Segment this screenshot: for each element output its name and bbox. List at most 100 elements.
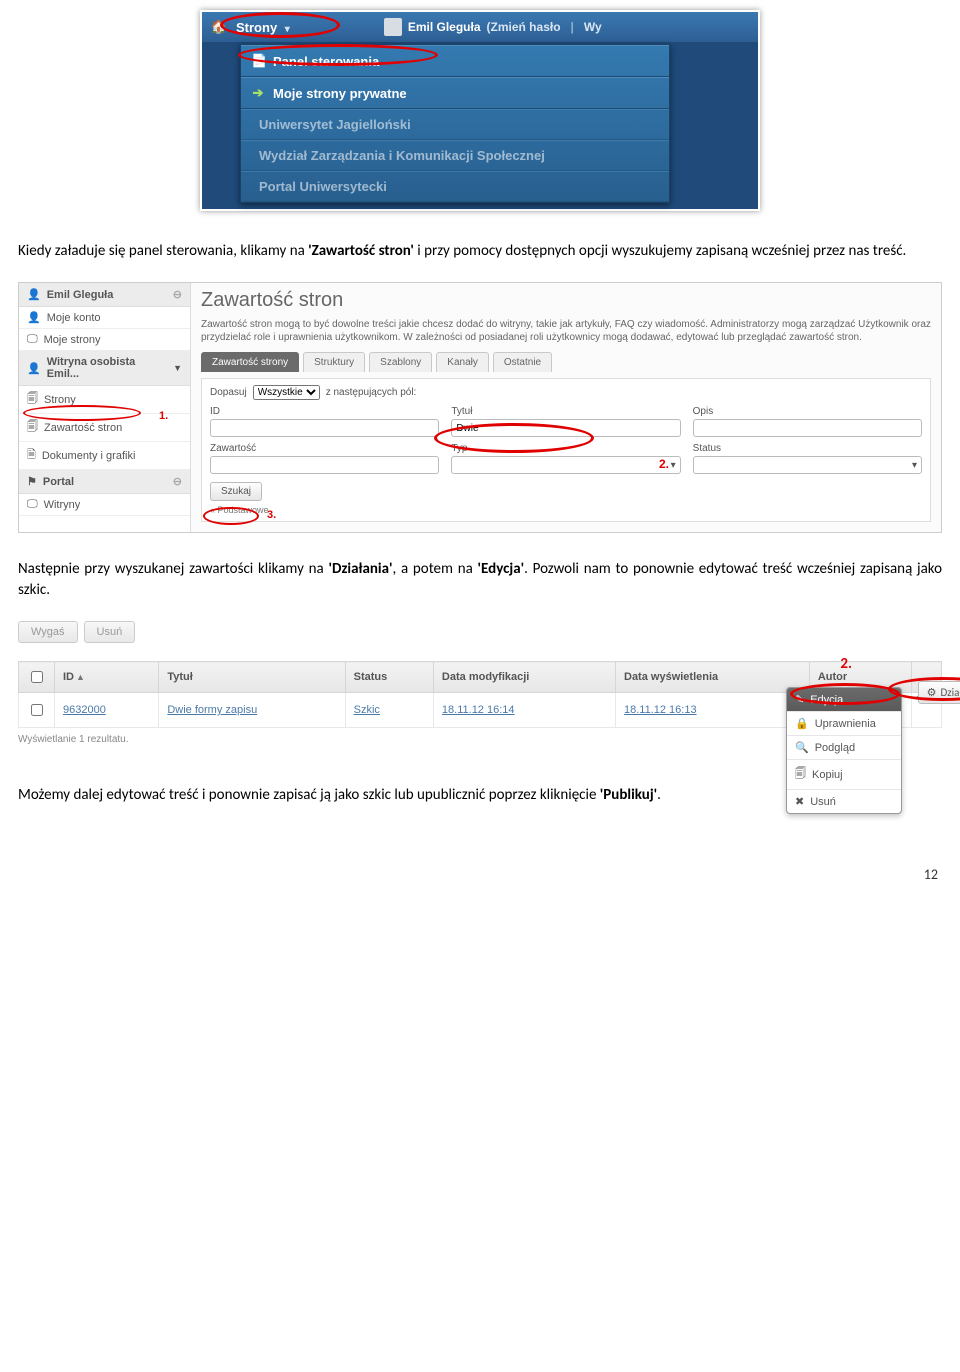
dd-label: Panel sterowania bbox=[273, 54, 379, 69]
tab-szablony[interactable]: Szablony bbox=[369, 352, 432, 372]
filter-panel: Dopasuj Wszystkie z następujących pól: I… bbox=[201, 378, 931, 522]
bold-publikuj: 'Publikuj' bbox=[600, 786, 657, 804]
input-id[interactable] bbox=[210, 419, 439, 437]
col-disp[interactable]: Data wyświetlenia bbox=[616, 662, 810, 693]
input-tytul[interactable] bbox=[451, 419, 680, 437]
label: Kopiuj bbox=[812, 769, 843, 781]
annotation-number-2: 2. bbox=[659, 457, 669, 471]
dd-moje-strony[interactable]: ➔ Moje strony prywatne bbox=[241, 77, 669, 109]
label-id: ID bbox=[210, 406, 439, 417]
label: Portal bbox=[43, 476, 74, 488]
menu-kopiuj[interactable]: 🗐Kopiuj bbox=[787, 760, 901, 790]
annotation-number-1: 1. bbox=[159, 410, 168, 422]
tab-zawartosc-strony[interactable]: Zawartość strony bbox=[201, 352, 299, 372]
label: Uprawnienia bbox=[815, 718, 876, 730]
sort-asc-icon: ▲ bbox=[76, 672, 85, 682]
user-icon: 👤 bbox=[27, 362, 41, 375]
menu-edycja[interactable]: ✎Edycja bbox=[787, 688, 901, 712]
dd-label: Moje strony prywatne bbox=[273, 86, 407, 101]
select-all-checkbox[interactable] bbox=[31, 671, 43, 683]
row-checkbox[interactable] bbox=[31, 704, 43, 716]
label: ID bbox=[63, 671, 74, 683]
separator: | bbox=[571, 20, 574, 34]
select-wszystkie[interactable]: Wszystkie bbox=[253, 385, 320, 400]
label: Witryny bbox=[44, 499, 81, 511]
sidebar-witryna-group[interactable]: 👤 Witryna osobista Emil... ▼ bbox=[19, 351, 190, 386]
col-mod[interactable]: Data modyfikacji bbox=[433, 662, 615, 693]
change-password-link[interactable]: (Zmień hasło bbox=[487, 20, 561, 34]
text: . bbox=[657, 786, 661, 804]
col-tytul[interactable]: Tytuł bbox=[159, 662, 345, 693]
lock-icon: 🔒 bbox=[795, 717, 809, 730]
strony-label: Strony bbox=[236, 20, 277, 35]
cell-disp[interactable]: 18.11.12 16:13 bbox=[616, 693, 810, 728]
cell-status[interactable]: Szkic bbox=[345, 693, 433, 728]
edit-icon: ✎ bbox=[795, 693, 804, 706]
screenshot-admin-panel: 👤 Emil Gleguła ⊖ 👤Moje konto 🖵Moje stron… bbox=[18, 282, 942, 533]
select-status[interactable]: ▾ bbox=[693, 456, 922, 474]
chevron-down-icon: ▾ bbox=[671, 460, 676, 471]
usun-button[interactable]: Usuń bbox=[84, 621, 136, 643]
sidebar-user-group[interactable]: 👤 Emil Gleguła ⊖ bbox=[19, 283, 190, 307]
preview-icon: 🔍 bbox=[795, 741, 809, 754]
sidebar-dokumenty[interactable]: 🗎Dokumenty i grafiki bbox=[19, 442, 190, 470]
sidebar-witryny[interactable]: 🖵 Witryny bbox=[19, 494, 190, 516]
para-1: Kiedy załaduje się panel sterowania, kli… bbox=[18, 241, 942, 262]
col-checkbox bbox=[19, 662, 55, 693]
cell-mod[interactable]: 18.11.12 16:14 bbox=[433, 693, 615, 728]
sidebar-portal-group[interactable]: ⚑ Portal ⊖ bbox=[19, 470, 190, 494]
wygas-button[interactable]: Wygaś bbox=[18, 621, 78, 643]
label: Usuń bbox=[810, 796, 836, 808]
label-status: Status bbox=[693, 443, 922, 454]
text: i przy pomocy dostępnych opcji wyszukuje… bbox=[414, 242, 906, 260]
select-typ[interactable]: ▾ bbox=[451, 456, 680, 474]
chevron-down-icon: ▾ bbox=[912, 460, 917, 471]
annotation-number-3: 3. bbox=[267, 509, 276, 521]
chevron-down-icon[interactable]: ▼ bbox=[173, 363, 182, 373]
actions-menu: ✎Edycja 🔒 Uprawnienia 🔍Podgląd 🗐Kopiuj ✖U… bbox=[786, 687, 902, 814]
bold-dzialania: 'Działania' bbox=[328, 560, 392, 578]
icon: 👤 bbox=[27, 311, 41, 324]
szukaj-button[interactable]: Szukaj bbox=[210, 482, 262, 501]
menu-usun[interactable]: ✖Usuń bbox=[787, 790, 901, 813]
label: Witryna osobista Emil... bbox=[47, 356, 167, 380]
flag-icon: ⚑ bbox=[27, 475, 37, 488]
basic-link[interactable]: « Podstawowe bbox=[210, 505, 922, 515]
dd-portal[interactable]: Portal Uniwersytecki bbox=[241, 171, 669, 202]
tab-ostatnie[interactable]: Ostatnie bbox=[493, 352, 552, 372]
sidebar-moje-strony[interactable]: 🖵Moje strony bbox=[19, 329, 190, 351]
cell-id[interactable]: 9632000 bbox=[55, 693, 159, 728]
home-icon[interactable]: 🏠 bbox=[210, 19, 228, 35]
icon: 🖵 bbox=[27, 498, 38, 511]
label-suffix: z następujących pól: bbox=[326, 387, 417, 398]
screenshot-nav-dropdown: 🏠 Strony ▾ Emil Gleguła (Zmień hasło | W… bbox=[200, 10, 760, 211]
tab-kanaly[interactable]: Kanały bbox=[436, 352, 489, 372]
bold-zawartosc-stron: 'Zawartość stron' bbox=[308, 242, 414, 260]
tabs: Zawartość strony Struktury Szablony Kana… bbox=[201, 352, 931, 372]
input-opis[interactable] bbox=[693, 419, 922, 437]
user-block: Emil Gleguła (Zmień hasło | Wy bbox=[384, 18, 602, 36]
menu-uprawnienia[interactable]: 🔒 Uprawnienia bbox=[787, 712, 901, 736]
logout-fragment[interactable]: Wy bbox=[584, 20, 602, 34]
menu-podglad[interactable]: 🔍Podgląd bbox=[787, 736, 901, 760]
sidebar-user-name: Emil Gleguła bbox=[47, 289, 114, 301]
collapse-icon[interactable]: ⊖ bbox=[173, 475, 182, 488]
dd-uj[interactable]: Uniwersytet Jagielloński bbox=[241, 109, 669, 140]
collapse-icon[interactable]: ⊖ bbox=[173, 288, 182, 301]
col-id[interactable]: ID▲ bbox=[55, 662, 159, 693]
dd-label: Portal Uniwersytecki bbox=[259, 179, 387, 194]
cell-title[interactable]: Dwie formy zapisu bbox=[159, 693, 345, 728]
col-status[interactable]: Status bbox=[345, 662, 433, 693]
dd-wydzial[interactable]: Wydział Zarządzania i Komunikacji Społec… bbox=[241, 140, 669, 171]
icon: 🗐 bbox=[27, 390, 38, 409]
dd-panel-sterowania[interactable]: 📄 Panel sterowania bbox=[241, 45, 669, 77]
dropdown-menu: 📄 Panel sterowania ➔ Moje strony prywatn… bbox=[240, 44, 670, 203]
strony-dropdown[interactable]: Strony ▾ bbox=[230, 16, 304, 39]
dzialania-button[interactable]: ⚙ Działania bbox=[918, 681, 960, 704]
screenshot-results-wrap: Wygaś Usuń ID▲ Tytuł Status Data modyfik… bbox=[18, 621, 942, 745]
label-tytul: Tytuł bbox=[451, 406, 680, 417]
avatar-icon bbox=[384, 18, 402, 36]
input-zawartosc[interactable] bbox=[210, 456, 439, 474]
tab-struktury[interactable]: Struktury bbox=[303, 352, 365, 372]
sidebar-moje-konto[interactable]: 👤Moje konto bbox=[19, 307, 190, 329]
